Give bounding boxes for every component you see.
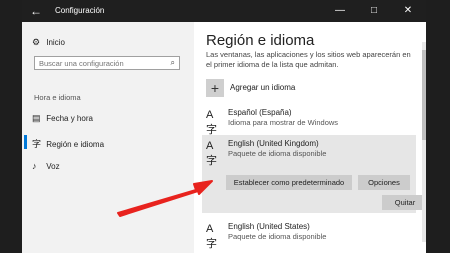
scroll-thumb[interactable] [422,50,426,140]
sidebar-item-label: Voz [46,162,60,171]
scrollbar[interactable] [422,42,426,242]
language-name: Español (España) [228,108,292,117]
language-icon: A字 [206,109,217,136]
language-name: English (United Kingdom) [228,139,319,148]
sidebar-item-date-time[interactable]: ▤ Fecha y hora [32,113,93,124]
sidebar-item-region-language[interactable]: 字 Región e idioma [32,137,104,150]
language-status: Paquete de idioma disponible [228,149,327,158]
language-status: Paquete de idioma disponible [228,232,327,241]
microphone-icon: ♪ [32,161,37,171]
back-arrow-icon[interactable]: ← [28,4,44,18]
sidebar-item-home[interactable]: ⚙ Inicio [32,37,65,48]
calendar-icon: ▤ [32,113,41,123]
add-language-label[interactable]: Agregar un idioma [230,83,295,92]
window-title: Configuración [55,6,105,15]
description-text: Las ventanas, las aplicaciones y los sit… [206,50,411,69]
language-status: Idioma para mostrar de Windows [228,118,339,127]
gear-icon: ⚙ [32,37,41,47]
page-title: Región e idioma [206,32,315,49]
settings-window: ← Configuración — □ ✕ ⚙ Inicio ⌕ Hora e … [22,0,426,253]
active-indicator [24,135,27,149]
close-button[interactable]: ✕ [390,0,426,22]
sidebar: ⚙ Inicio ⌕ Hora e idioma ▤ Fecha y hora … [22,22,194,253]
language-name: English (United States) [228,222,310,231]
sidebar-item-label: Inicio [46,38,65,47]
maximize-button[interactable]: □ [360,0,388,22]
language-icon: A字 [206,223,217,250]
sidebar-item-voice[interactable]: ♪ Voz [32,161,60,171]
add-language-button[interactable]: + [206,79,224,97]
sidebar-item-label: Fecha y hora [46,114,93,123]
search-icon[interactable]: ⌕ [171,58,175,68]
sidebar-item-label: Región e idioma [46,140,105,149]
language-icon: A字 [206,140,217,167]
set-default-button[interactable]: Establecer como predeterminado [226,175,352,190]
remove-button[interactable]: Quitar [382,195,426,210]
title-bar: ← Configuración — □ ✕ [22,0,426,22]
options-button[interactable]: Opciones [358,175,410,190]
search-input[interactable] [39,59,163,68]
main-content: Región e idioma Las ventanas, las aplica… [194,22,426,253]
sidebar-section-label: Hora e idioma [34,93,81,102]
plus-icon: + [210,80,220,96]
language-icon: 字 [32,139,42,149]
minimize-button[interactable]: — [326,0,354,22]
search-box[interactable]: ⌕ [34,56,180,70]
